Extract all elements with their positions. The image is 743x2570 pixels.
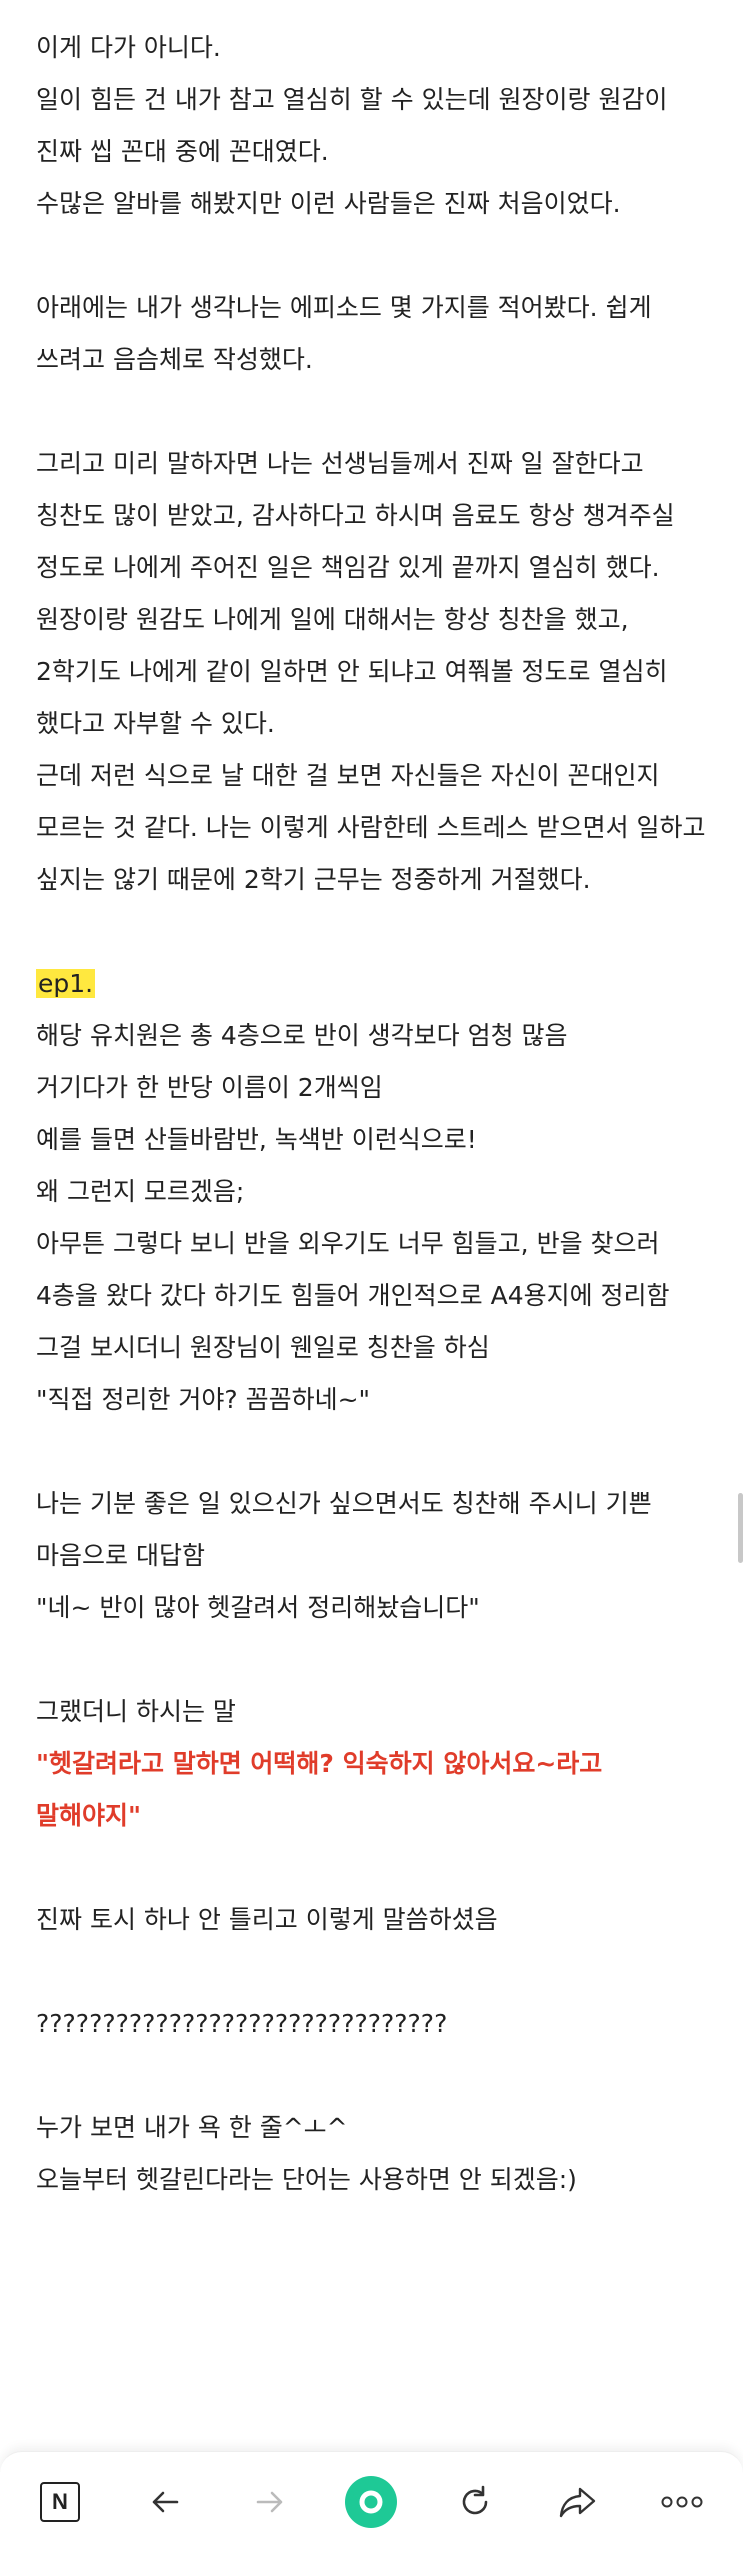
naver-logo-icon[interactable]: N [30, 2472, 90, 2532]
home-logo-label: N [40, 2482, 80, 2522]
article-body: 이게 다가 아니다. 일이 힘든 건 내가 참고 열심히 할 수 있는데 원장이… [0, 0, 743, 2445]
episode-body-1: 해당 유치원은 총 4층으로 반이 생각보다 엄청 많음 거기다가 한 반당 이… [36, 1021, 670, 1414]
back-arrow-icon[interactable] [135, 2472, 195, 2532]
highlighted-quote: "헷갈려라고 말하면 어떡해? 익숙하지 않아서요~라고 말해야지" [36, 1749, 612, 1830]
scrollbar-thumb[interactable] [738, 1493, 743, 1563]
episode-heading: ep1. [36, 958, 713, 1010]
episode-body-3: 그랬더니 하시는 말 [36, 1697, 236, 1726]
paragraph-episodes-note: 아래에는 내가 생각나는 에피소드 몇 가지를 적어봤다. 쉽게 쓰려고 음슴체… [36, 293, 660, 374]
episode-label: ep1. [36, 969, 96, 998]
episode-after-1: 진짜 토시 하나 안 틀리고 이렇게 말씀하셨음 [36, 1905, 498, 1934]
share-icon[interactable] [548, 2472, 608, 2532]
forward-arrow-icon[interactable] [240, 2472, 300, 2532]
episode-body-2: 나는 기분 좋은 일 있으신가 싶으면서도 칭찬해 주시니 기쁜 마음으로 대답… [36, 1489, 652, 1622]
browser-bottom-bar: N [0, 2451, 743, 2570]
episode-question-marks: ??????????????????????????????? [36, 2009, 448, 2038]
green-dot-icon[interactable] [341, 2472, 401, 2532]
refresh-icon[interactable] [445, 2472, 505, 2532]
paragraph-intro: 이게 다가 아니다. 일이 힘든 건 내가 참고 열심히 할 수 있는데 원장이… [36, 33, 668, 218]
paragraph-context: 그리고 미리 말하자면 나는 선생님들께서 진짜 일 잘한다고 칭찬도 많이 받… [36, 449, 706, 894]
episode-after-2: 누가 보면 내가 욕 한 줄^ㅗ^ 오늘부터 헷갈린다라는 단어는 사용하면 안… [36, 2113, 577, 2194]
more-icon[interactable] [652, 2472, 712, 2532]
